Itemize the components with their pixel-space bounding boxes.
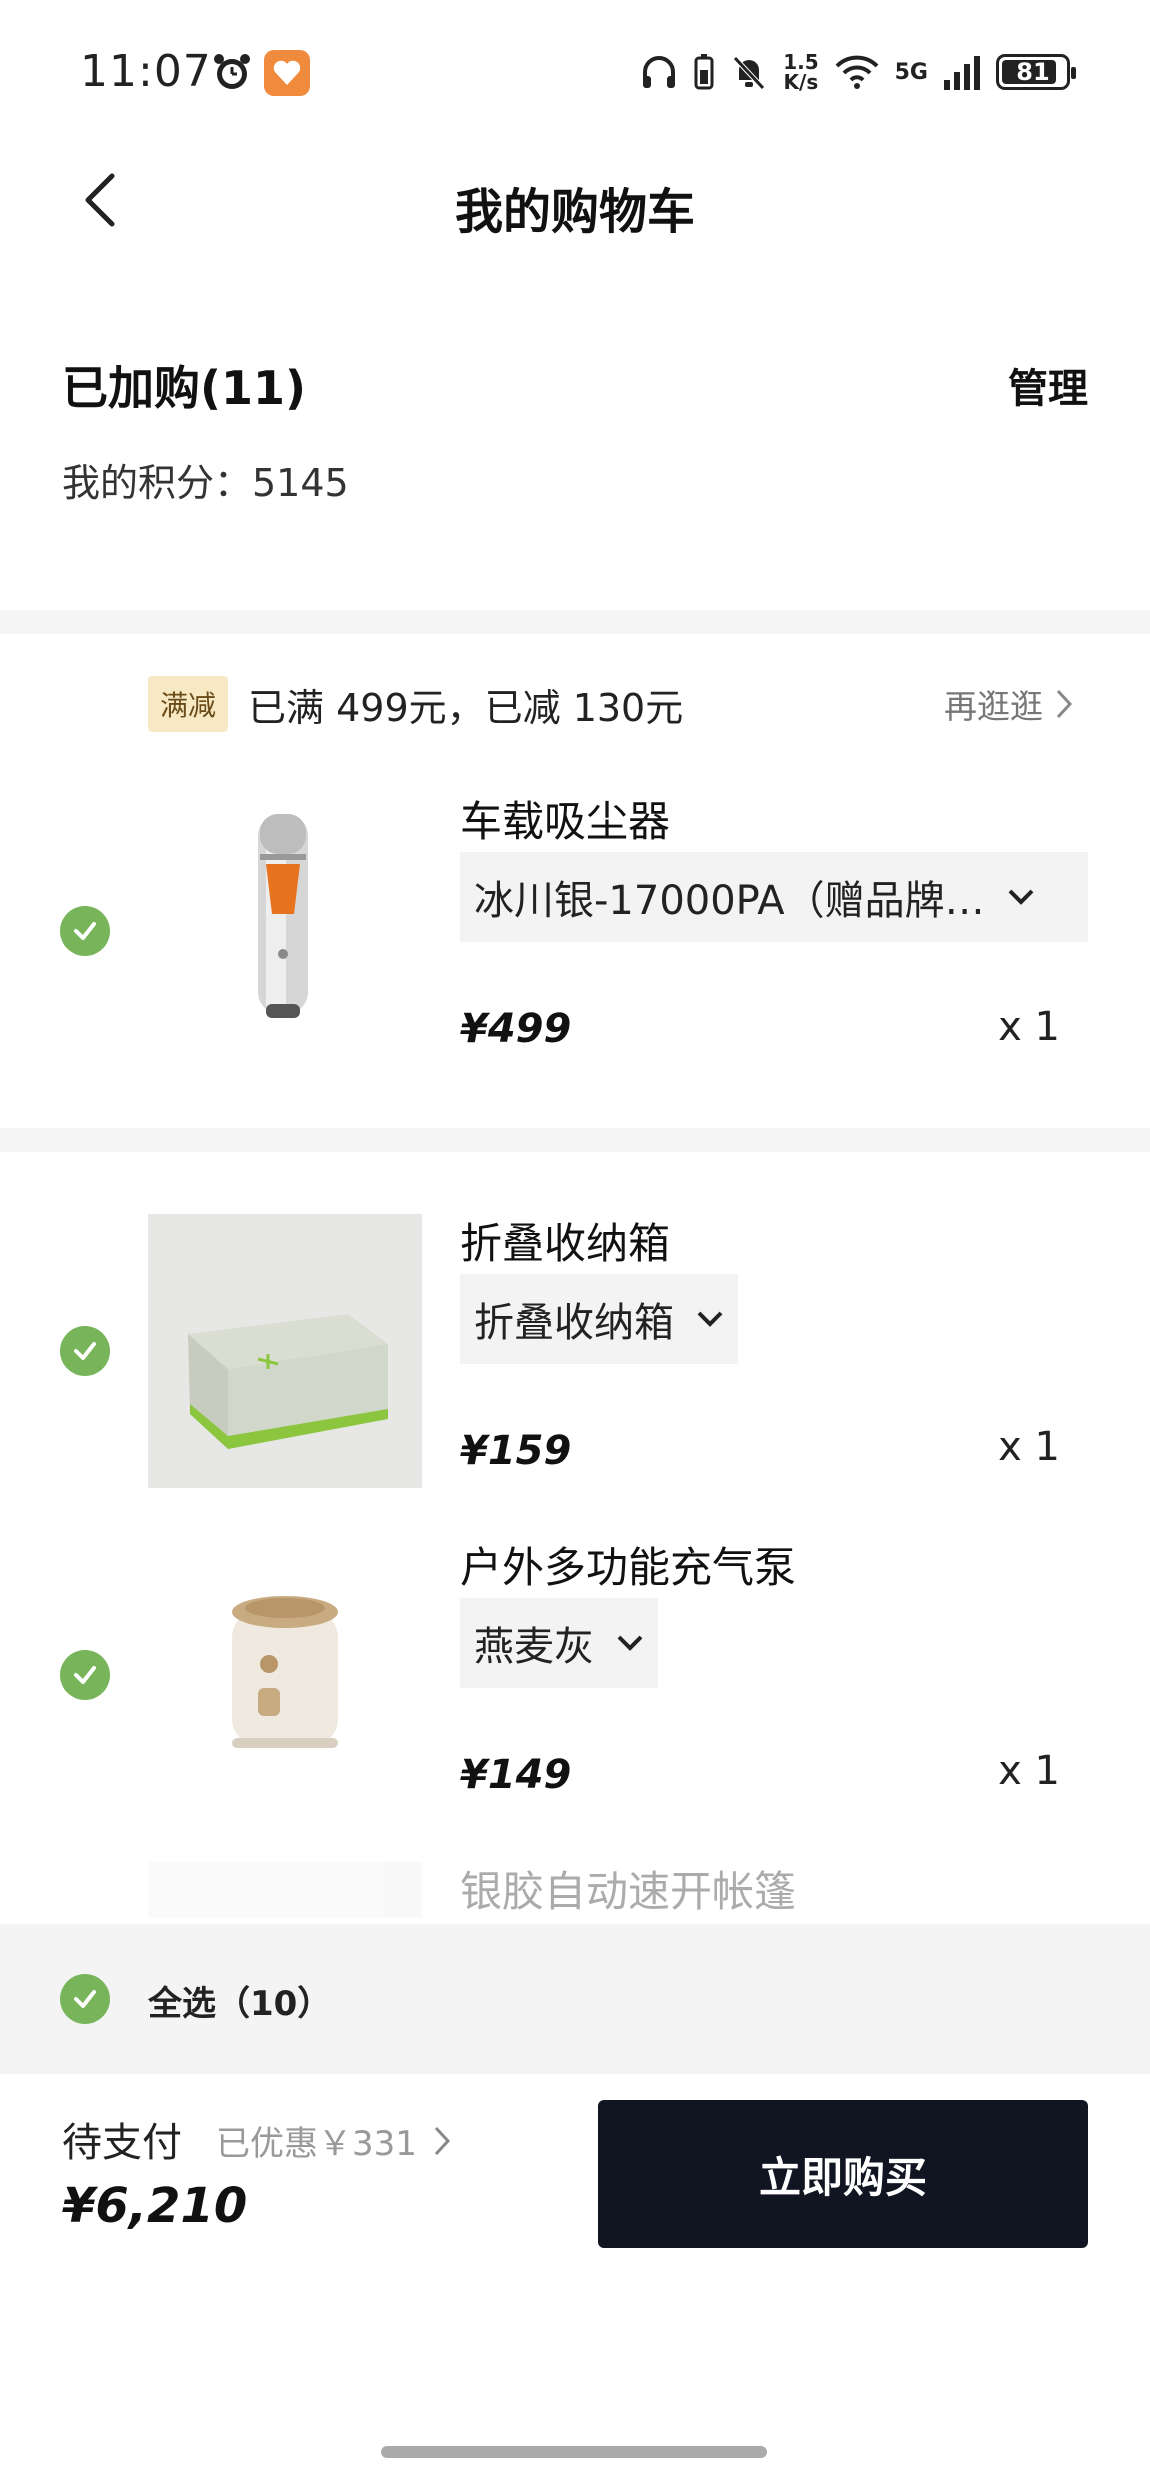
battery-indicator: 81: [996, 54, 1076, 90]
select-all-checkbox[interactable]: [60, 1974, 110, 2024]
air-pump-image: [232, 1596, 338, 1748]
checkout-footer: 待支付 已优惠￥331 ¥6,210 立即购买: [0, 2074, 1150, 2274]
pending-payment-label: 待支付: [62, 2120, 182, 2166]
storage-box-image: [188, 1314, 388, 1449]
variant-label: 冰川银-17000PA（赠品牌…: [474, 878, 985, 924]
browse-more-link[interactable]: 再逛逛: [944, 680, 1073, 728]
cart-count: 已加购(11): [62, 361, 307, 415]
cart-item: 折叠收纳箱 折叠收纳箱 ¥159 x 1: [0, 1210, 1150, 1490]
total-price: ¥6,210: [62, 2178, 248, 2234]
mute-icon: [733, 56, 766, 90]
item-quantity[interactable]: x 1: [998, 1004, 1060, 1050]
status-icons: 1.5 K/s 5G 81: [639, 44, 1076, 100]
promo-banner: 满减 已满 499元，已减 130元 再逛逛: [148, 676, 1073, 732]
variant-label: 折叠收纳箱: [474, 1300, 674, 1346]
chevron-right-icon: [434, 2126, 450, 2155]
points-label: 我的积分：5145: [62, 461, 349, 505]
item-price: ¥499: [460, 1006, 572, 1052]
section-divider: [0, 610, 1150, 634]
manage-button[interactable]: 管理: [1008, 356, 1088, 414]
variant-selector[interactable]: 折叠收纳箱: [460, 1274, 738, 1364]
chevron-down-icon: [697, 1311, 723, 1327]
product-image[interactable]: [148, 774, 422, 1048]
chevron-down-icon: [617, 1635, 643, 1651]
check-icon: [74, 1342, 96, 1360]
product-image[interactable]: [148, 1538, 422, 1812]
status-bar: 11:07 1.5 K/s 5G 81: [0, 0, 1150, 140]
chevron-down-icon: [1008, 889, 1034, 905]
nav-header: 我的购物车: [0, 150, 1150, 250]
promo-tag: 满减: [148, 676, 229, 732]
alarm-icon: [214, 54, 250, 89]
section-divider: [0, 1128, 1150, 1152]
variant-selector[interactable]: 燕麦灰: [460, 1598, 658, 1688]
variant-selector[interactable]: 冰川银-17000PA（赠品牌…: [460, 852, 1088, 942]
speed-value: 1.5: [783, 50, 819, 74]
status-time: 11:07: [80, 46, 212, 97]
cart-item: 车载吸尘器 冰川银-17000PA（赠品牌… ¥499 x 1: [0, 770, 1150, 1090]
item-title: 户外多功能充气泵: [460, 1543, 797, 1592]
cart-item-partial: 银胶自动速开帐篷: [0, 1858, 1150, 1918]
discount-details-link[interactable]: 已优惠￥331: [216, 2116, 451, 2165]
item-title: 折叠收纳箱: [460, 1219, 671, 1268]
item-checkbox[interactable]: [60, 1650, 110, 1700]
select-all-bar: 全选（10）: [0, 1924, 1150, 2074]
speed-unit: K/s: [783, 70, 819, 94]
product-image[interactable]: [148, 1214, 422, 1488]
page-title: 我的购物车: [454, 184, 695, 240]
item-price: ¥159: [460, 1428, 572, 1474]
discount-label: 已优惠￥331: [216, 2124, 417, 2164]
check-icon: [74, 922, 96, 940]
network-type: 5G: [894, 59, 928, 85]
headphones-icon: [643, 56, 676, 88]
item-checkbox[interactable]: [60, 906, 110, 956]
item-checkbox[interactable]: [60, 1326, 110, 1376]
product-image: [148, 1862, 422, 1918]
app-notification-icon: [264, 50, 310, 96]
item-title: 车载吸尘器: [460, 797, 671, 846]
check-icon: [74, 1666, 96, 1684]
promo-text: 已满 499元，已减 130元: [248, 685, 684, 730]
battery-level: 81: [1016, 58, 1050, 86]
item-quantity[interactable]: x 1: [998, 1748, 1060, 1794]
chevron-right-icon: [1056, 689, 1073, 719]
check-icon: [74, 1990, 96, 2008]
item-title: 银胶自动速开帐篷: [460, 1867, 797, 1916]
cart-item: 户外多功能充气泵 燕麦灰 ¥149 x 1: [0, 1534, 1150, 1814]
browse-more-label: 再逛逛: [944, 687, 1043, 726]
item-quantity[interactable]: x 1: [998, 1424, 1060, 1470]
item-price: ¥149: [460, 1752, 572, 1798]
battery-saver-icon: [694, 54, 714, 90]
wifi-icon: [835, 55, 879, 89]
vacuum-cleaner-image: [258, 814, 308, 1018]
buy-now-button[interactable]: 立即购买: [598, 2100, 1088, 2248]
home-indicator[interactable]: [381, 2446, 767, 2458]
variant-label: 燕麦灰: [474, 1624, 594, 1670]
network-speed: 1.5 K/s: [783, 52, 818, 92]
signal-icon: [944, 56, 980, 90]
select-all-label[interactable]: 全选（10）: [148, 1976, 331, 2025]
